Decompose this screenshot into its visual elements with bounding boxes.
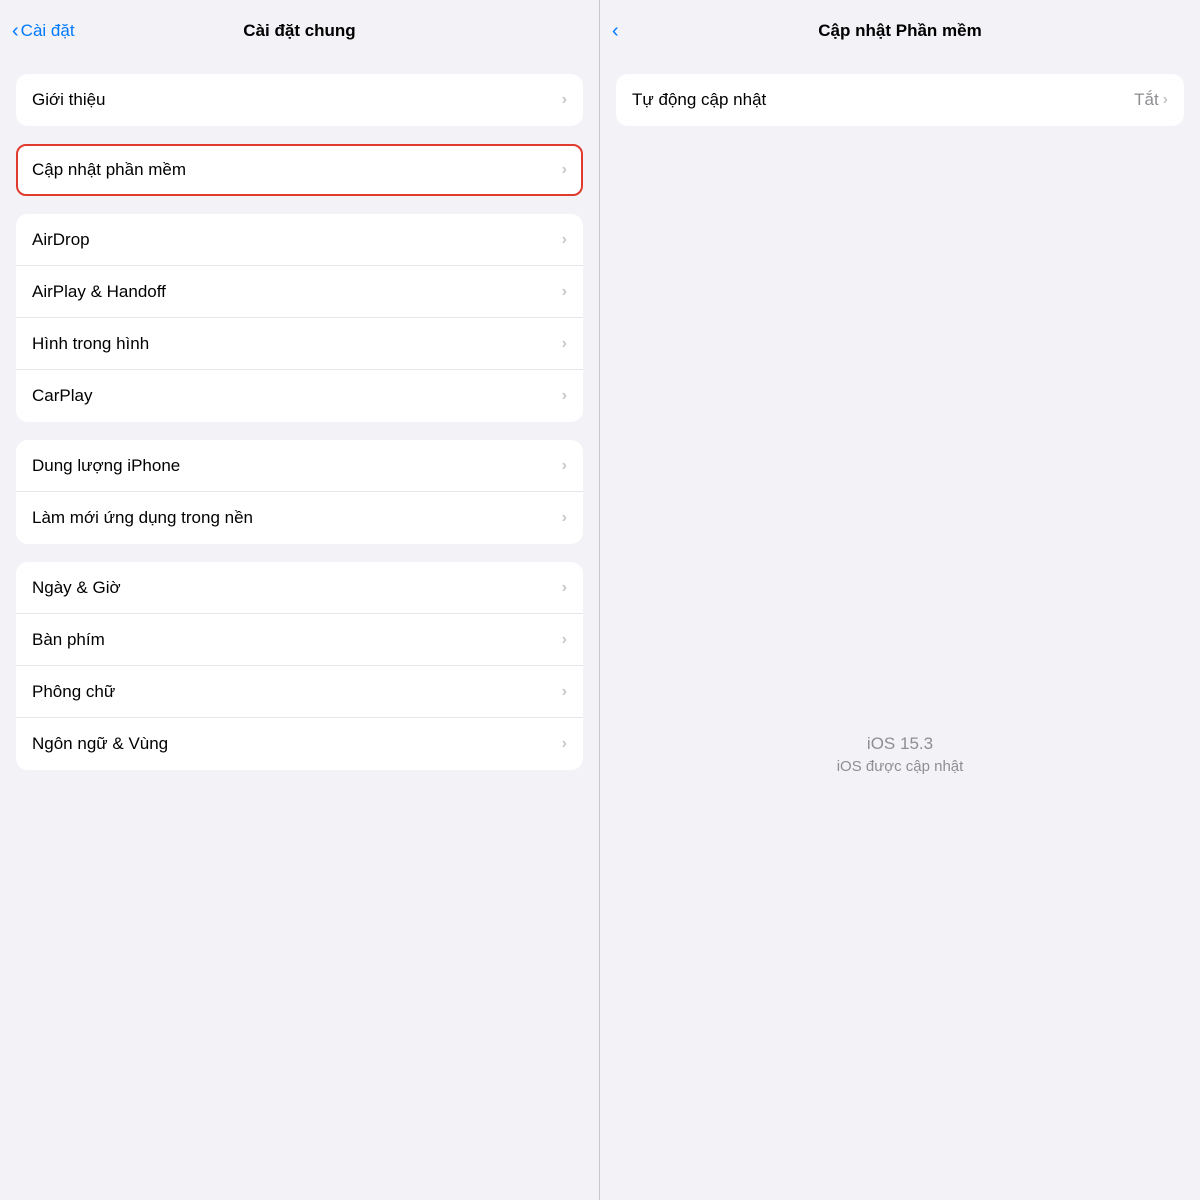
item-lam-moi-right: › <box>562 509 567 527</box>
right-panel-body: Tự động cập nhật Tắt › iOS 15.3 iOS được… <box>600 56 1200 1200</box>
item-airdrop-label: AirDrop <box>32 230 562 250</box>
left-back-button[interactable]: ‹ Cài đặt <box>12 21 75 41</box>
item-cap-nhat-right: › <box>562 161 567 179</box>
auto-update-label: Tự động cập nhật <box>632 90 1134 110</box>
item-phong-chu-right: › <box>562 683 567 701</box>
item-gioi-thieu-label: Giới thiệu <box>32 90 562 110</box>
item-airplay-label: AirPlay & Handoff <box>32 282 562 302</box>
chevron-ban-phim-icon: › <box>562 631 567 649</box>
section-connectivity: AirDrop › AirPlay & Handoff › Hình trong… <box>16 214 583 422</box>
item-carplay-right: › <box>562 387 567 405</box>
item-lam-moi-label: Làm mới ứng dụng trong nền <box>32 508 562 528</box>
left-nav-bar: ‹ Cài đặt Cài đặt chung <box>0 0 599 56</box>
item-cap-nhat-phan-mem[interactable]: Cập nhật phần mềm › <box>16 144 583 196</box>
item-airplay-handoff[interactable]: AirPlay & Handoff › <box>16 266 583 318</box>
chevron-cap-nhat-icon: › <box>562 161 567 179</box>
auto-update-value: Tắt <box>1134 90 1159 110</box>
section-storage: Dung lượng iPhone › Làm mới ứng dụng tro… <box>16 440 583 544</box>
item-ngay-gio[interactable]: Ngày & Giờ › <box>16 562 583 614</box>
chevron-ngon-ngu-icon: › <box>562 735 567 753</box>
chevron-airdrop-icon: › <box>562 231 567 249</box>
item-lam-moi[interactable]: Làm mới ứng dụng trong nền › <box>16 492 583 544</box>
item-gioi-thieu-right: › <box>562 91 567 109</box>
chevron-carplay-icon: › <box>562 387 567 405</box>
chevron-lam-moi-icon: › <box>562 509 567 527</box>
item-ngon-ngu[interactable]: Ngôn ngữ & Vùng › <box>16 718 583 770</box>
right-nav-bar: ‹ Cập nhật Phần mềm <box>600 0 1200 56</box>
item-hinh-trong-hinh[interactable]: Hình trong hình › <box>16 318 583 370</box>
auto-update-right: Tắt › <box>1134 90 1168 110</box>
right-nav-title: Cập nhật Phần mềm <box>818 21 981 41</box>
item-carplay-label: CarPlay <box>32 386 562 406</box>
chevron-phong-chu-icon: › <box>562 683 567 701</box>
item-carplay[interactable]: CarPlay › <box>16 370 583 422</box>
item-ngay-gio-right: › <box>562 579 567 597</box>
item-airdrop-right: › <box>562 231 567 249</box>
ios-version-number: iOS 15.3 <box>867 734 933 754</box>
item-gioi-thieu[interactable]: Giới thiệu › <box>16 74 583 126</box>
chevron-ngay-gio-icon: › <box>562 579 567 597</box>
item-dung-luong-right: › <box>562 457 567 475</box>
item-phong-chu[interactable]: Phông chữ › <box>16 666 583 718</box>
section-about: Giới thiệu › <box>16 74 583 126</box>
chevron-airplay-icon: › <box>562 283 567 301</box>
left-nav-title: Cài đặt chung <box>243 21 355 41</box>
left-back-chevron-icon: ‹ <box>12 21 19 41</box>
ios-version-status: iOS được cập nhật <box>837 758 964 775</box>
right-back-button[interactable]: ‹ <box>612 21 619 41</box>
item-airdrop[interactable]: AirDrop › <box>16 214 583 266</box>
item-phong-chu-label: Phông chữ <box>32 682 562 702</box>
left-back-label: Cài đặt <box>21 21 75 41</box>
left-content: Giới thiệu › Cập nhật phần mềm › AirDrop… <box>0 56 599 1200</box>
section-locale: Ngày & Giờ › Bàn phím › Phông chữ › Ngôn… <box>16 562 583 770</box>
item-ngon-ngu-label: Ngôn ngữ & Vùng <box>32 734 562 754</box>
item-ngay-gio-label: Ngày & Giờ <box>32 578 562 598</box>
chevron-gioi-thieu-icon: › <box>562 91 567 109</box>
chevron-hinh-icon: › <box>562 335 567 353</box>
item-auto-update[interactable]: Tự động cập nhật Tắt › <box>616 74 1184 126</box>
auto-update-section: Tự động cập nhật Tắt › <box>616 74 1184 126</box>
item-ban-phim[interactable]: Bàn phím › <box>16 614 583 666</box>
item-ngon-ngu-right: › <box>562 735 567 753</box>
chevron-dung-luong-icon: › <box>562 457 567 475</box>
ios-version-section: iOS 15.3 iOS được cập nhật <box>616 326 1184 1182</box>
item-cap-nhat-label: Cập nhật phần mềm <box>32 160 562 180</box>
item-dung-luong-label: Dung lượng iPhone <box>32 456 562 476</box>
chevron-auto-update-icon: › <box>1163 91 1168 109</box>
item-hinh-label: Hình trong hình <box>32 334 562 354</box>
item-ban-phim-label: Bàn phím <box>32 630 562 650</box>
right-back-chevron-icon: ‹ <box>612 21 619 41</box>
section-software-update: Cập nhật phần mềm › <box>16 144 583 196</box>
right-panel: ‹ Cập nhật Phần mềm Tự động cập nhật Tắt… <box>600 0 1200 1200</box>
item-airplay-right: › <box>562 283 567 301</box>
item-dung-luong[interactable]: Dung lượng iPhone › <box>16 440 583 492</box>
item-hinh-right: › <box>562 335 567 353</box>
left-panel: ‹ Cài đặt Cài đặt chung Giới thiệu › Cập… <box>0 0 600 1200</box>
item-ban-phim-right: › <box>562 631 567 649</box>
